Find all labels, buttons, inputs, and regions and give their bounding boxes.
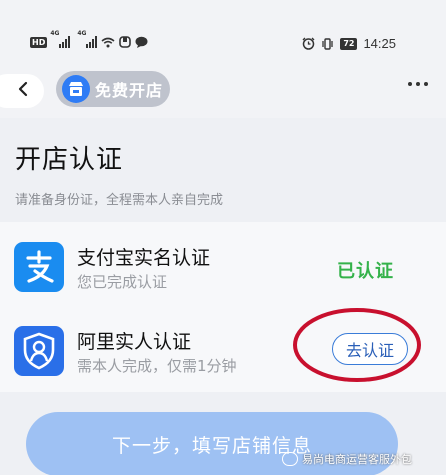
watermark: 易尚电商运营客服外包: [282, 451, 412, 467]
vibrate-icon: [321, 37, 334, 50]
alipay-verify-desc: 您已完成认证: [77, 273, 168, 291]
wifi-icon: [101, 37, 115, 48]
status-bar: HD 4G 4G 72 14:25: [0, 0, 446, 60]
signal-icon: 4G: [50, 30, 71, 48]
verified-status: 已认证: [337, 261, 394, 282]
alipay-icon: [14, 242, 64, 292]
back-button[interactable]: [0, 74, 44, 108]
free-store-button[interactable]: 免费开店: [56, 71, 170, 107]
verification-list: 支付宝实名认证 您已完成认证 已认证 阿里实人认证 需本人完成，仅需1分钟 去认…: [0, 222, 446, 392]
signal-icon-2: 4G: [77, 30, 98, 48]
face-verify-title: 阿里实人认证: [77, 331, 192, 353]
face-verify-desc: 需本人完成，仅需1分钟: [77, 357, 237, 375]
more-dots-icon[interactable]: [408, 82, 428, 86]
page-title: 开店认证: [15, 145, 124, 175]
page-subtitle: 请准备身份证，全程需本人亲自完成: [15, 193, 224, 208]
face-verify-icon: [14, 326, 64, 376]
chevron-left-icon: [17, 81, 29, 101]
status-right: 72 14:25: [302, 36, 396, 51]
store-icon: [62, 75, 90, 103]
wechat-icon: [282, 452, 298, 466]
nav-bar: 免费开店: [0, 60, 446, 118]
battery-indicator: 72: [340, 37, 358, 50]
watermark-text: 易尚电商运营客服外包: [302, 453, 412, 466]
app-notify-icon: [119, 36, 132, 48]
status-left: HD 4G 4G: [30, 30, 148, 48]
alarm-icon: [302, 37, 315, 50]
alipay-verify-title: 支付宝实名认证: [77, 247, 211, 269]
verification-item-alipay: 支付宝实名认证 您已完成认证 已认证: [0, 230, 446, 300]
status-time: 14:25: [363, 36, 396, 51]
free-store-label: 免费开店: [95, 81, 164, 100]
chat-bubble-icon: [135, 36, 148, 48]
hd-badge: HD: [30, 36, 48, 48]
go-verify-button[interactable]: 去认证: [332, 333, 408, 365]
verification-item-face: 阿里实人认证 需本人完成，仅需1分钟 去认证: [0, 314, 446, 384]
